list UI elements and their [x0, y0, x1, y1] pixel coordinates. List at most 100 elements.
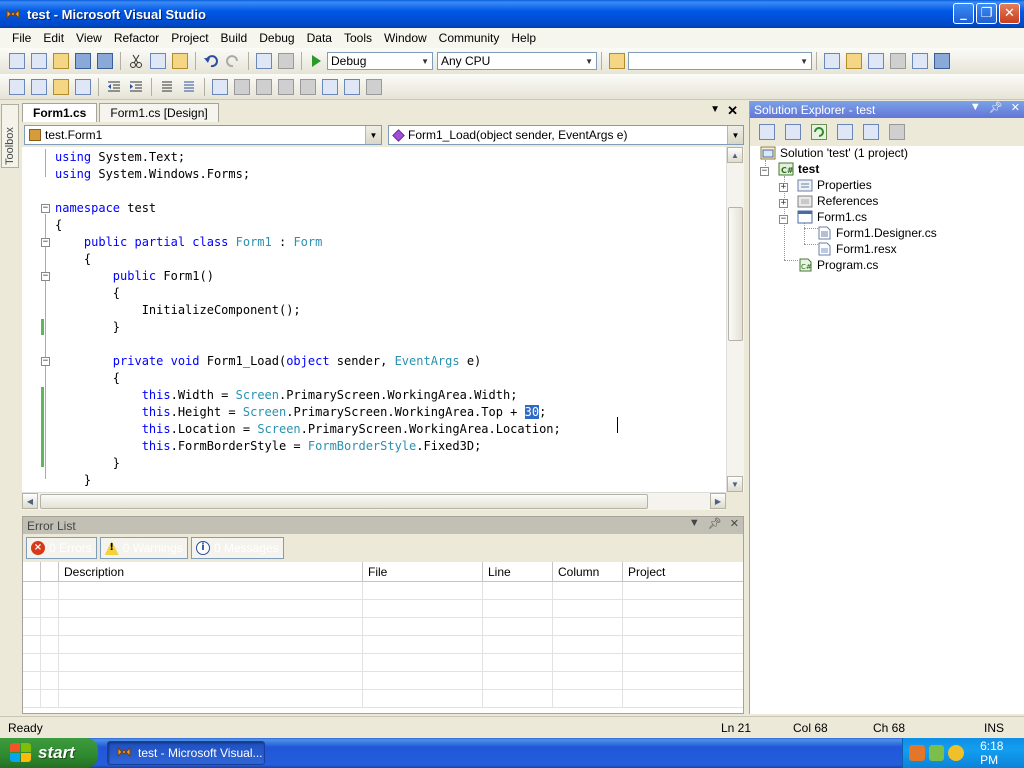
menu-file[interactable]: File	[6, 31, 37, 45]
collapse-class-icon[interactable]: −	[41, 238, 50, 247]
navigate-backward-icon[interactable]	[256, 53, 272, 69]
messages-filter-button[interactable]: i 0 Messages	[190, 537, 284, 559]
maximize-button[interactable]: ❐	[976, 3, 997, 24]
collapse-method-icon[interactable]: −	[41, 357, 50, 366]
collapse-namespace-icon[interactable]: −	[41, 204, 50, 213]
comment-lines-icon[interactable]	[159, 79, 175, 95]
view-code-icon[interactable]	[837, 124, 853, 140]
tray-app-icon[interactable]	[909, 745, 925, 761]
display-object-member-list-icon[interactable]	[9, 78, 25, 95]
menu-project[interactable]: Project	[165, 31, 214, 45]
new-project-icon[interactable]	[9, 53, 25, 69]
toolbox-icon[interactable]	[890, 53, 906, 69]
decrease-indent-icon[interactable]	[106, 79, 122, 95]
close-panel-icon[interactable]: ✕	[730, 517, 739, 530]
solution-explorer-icon[interactable]	[824, 53, 840, 69]
editor-horizontal-scrollbar[interactable]: ◀ ▶	[22, 492, 726, 510]
scroll-thumb[interactable]	[728, 207, 743, 341]
scroll-down-icon[interactable]: ▼	[727, 476, 743, 492]
code-editor[interactable]: − − − − using System.Text; using System.W…	[22, 147, 726, 492]
tree-node-project[interactable]: C# test	[778, 162, 819, 176]
menu-help[interactable]: Help	[505, 31, 542, 45]
editor-vertical-scrollbar[interactable]: ▲ ▼	[726, 147, 744, 492]
collapse-project-icon[interactable]: −	[760, 167, 769, 176]
expand-references-icon[interactable]: +	[779, 199, 788, 208]
copy-icon[interactable]	[150, 53, 166, 69]
expand-properties-icon[interactable]: +	[779, 183, 788, 192]
warnings-filter-button[interactable]: ! 0 Warnings	[99, 537, 188, 559]
display-quick-info-icon[interactable]	[53, 78, 69, 95]
view-class-diagram-icon[interactable]	[889, 124, 905, 140]
clear-bookmarks-icon[interactable]	[366, 78, 382, 95]
other-windows-icon[interactable]	[934, 53, 950, 69]
redo-icon[interactable]	[225, 53, 241, 69]
display-word-completion-icon[interactable]	[75, 78, 91, 95]
column-header-file[interactable]: File	[363, 562, 483, 581]
scroll-right-icon[interactable]: ▶	[710, 493, 726, 509]
previous-bookmark-in-document-icon[interactable]	[322, 78, 338, 95]
auto-hide-pin-icon[interactable]: 📌︎	[989, 101, 1003, 114]
window-position-icon[interactable]: ▼	[970, 101, 981, 114]
window-position-icon[interactable]: ▼	[689, 517, 700, 530]
tree-node-references[interactable]: References	[797, 194, 878, 208]
close-panel-icon[interactable]: ✕	[1011, 101, 1020, 114]
menu-tools[interactable]: Tools	[338, 31, 378, 45]
menu-data[interactable]: Data	[301, 31, 338, 45]
add-item-icon[interactable]	[31, 53, 47, 69]
close-button[interactable]: ✕	[999, 3, 1020, 24]
next-bookmark-in-document-icon[interactable]	[344, 78, 360, 95]
start-page-icon[interactable]	[912, 53, 928, 69]
previous-bookmark-icon[interactable]	[234, 78, 250, 95]
undo-icon[interactable]	[203, 53, 219, 69]
next-bookmark-icon[interactable]	[256, 78, 272, 95]
chevron-down-icon[interactable]: ▼	[365, 126, 381, 144]
minimize-button[interactable]: _	[953, 3, 974, 24]
taskbar-item-visual-studio[interactable]: test - Microsoft Visual...	[107, 741, 265, 765]
display-parameter-info-icon[interactable]	[31, 78, 47, 95]
scroll-up-icon[interactable]: ▲	[727, 147, 743, 163]
refresh-icon[interactable]	[811, 124, 827, 140]
tab-form1-design[interactable]: Form1.cs [Design]	[99, 103, 219, 122]
increase-indent-icon[interactable]	[128, 79, 144, 95]
members-combo[interactable]: Form1_Load(object sender, EventArgs e) ▼	[388, 125, 744, 145]
object-browser-icon[interactable]	[868, 53, 884, 69]
scroll-left-icon[interactable]: ◀	[22, 493, 38, 509]
tree-node-properties[interactable]: Properties	[797, 178, 872, 192]
solution-configuration-combo[interactable]: Debug ▼	[327, 52, 433, 70]
collapse-constructor-icon[interactable]: −	[41, 272, 50, 281]
column-header-project[interactable]: Project	[623, 562, 742, 581]
view-designer-icon[interactable]	[863, 124, 879, 140]
tray-search-icon[interactable]	[948, 745, 965, 761]
toggle-bookmark-icon[interactable]	[212, 78, 228, 95]
find-combo[interactable]: ▼	[628, 52, 812, 70]
show-all-files-icon[interactable]	[785, 124, 801, 140]
tray-network-icon[interactable]	[928, 745, 945, 761]
tree-node-solution[interactable]: Solution 'test' (1 project)	[760, 146, 908, 160]
menu-window[interactable]: Window	[378, 31, 433, 45]
menu-view[interactable]: View	[70, 31, 108, 45]
tree-node-form1-designer[interactable]: Form1.Designer.cs	[816, 226, 937, 240]
active-files-dropdown-icon[interactable]: ▼	[710, 104, 720, 115]
next-bookmark-in-folder-icon[interactable]	[300, 78, 316, 95]
close-document-icon[interactable]: ✕	[727, 103, 738, 119]
save-all-icon[interactable]	[97, 53, 113, 69]
column-header-column[interactable]: Column	[553, 562, 623, 581]
save-icon[interactable]	[75, 53, 91, 69]
column-header-line[interactable]: Line	[483, 562, 553, 581]
open-file-icon[interactable]	[53, 53, 69, 69]
errors-filter-button[interactable]: × 0 Errors	[26, 537, 97, 559]
tree-node-form1[interactable]: Form1.cs	[797, 210, 867, 224]
start-button[interactable]: start	[0, 738, 98, 768]
chevron-down-icon[interactable]: ▼	[727, 126, 743, 144]
column-header-index[interactable]	[23, 562, 41, 581]
navigate-forward-icon[interactable]	[278, 53, 294, 69]
types-combo[interactable]: test.Form1 ▼	[24, 125, 382, 145]
collapse-form1-icon[interactable]: −	[779, 215, 788, 224]
column-header-type[interactable]	[41, 562, 59, 581]
properties-window-icon[interactable]	[846, 53, 862, 69]
column-header-description[interactable]: Description	[59, 562, 363, 581]
cut-icon[interactable]	[128, 53, 144, 69]
tree-node-form1-resx[interactable]: Form1.resx	[816, 242, 897, 256]
tree-node-program[interactable]: C# Program.cs	[797, 258, 878, 272]
properties-icon[interactable]	[759, 124, 775, 140]
